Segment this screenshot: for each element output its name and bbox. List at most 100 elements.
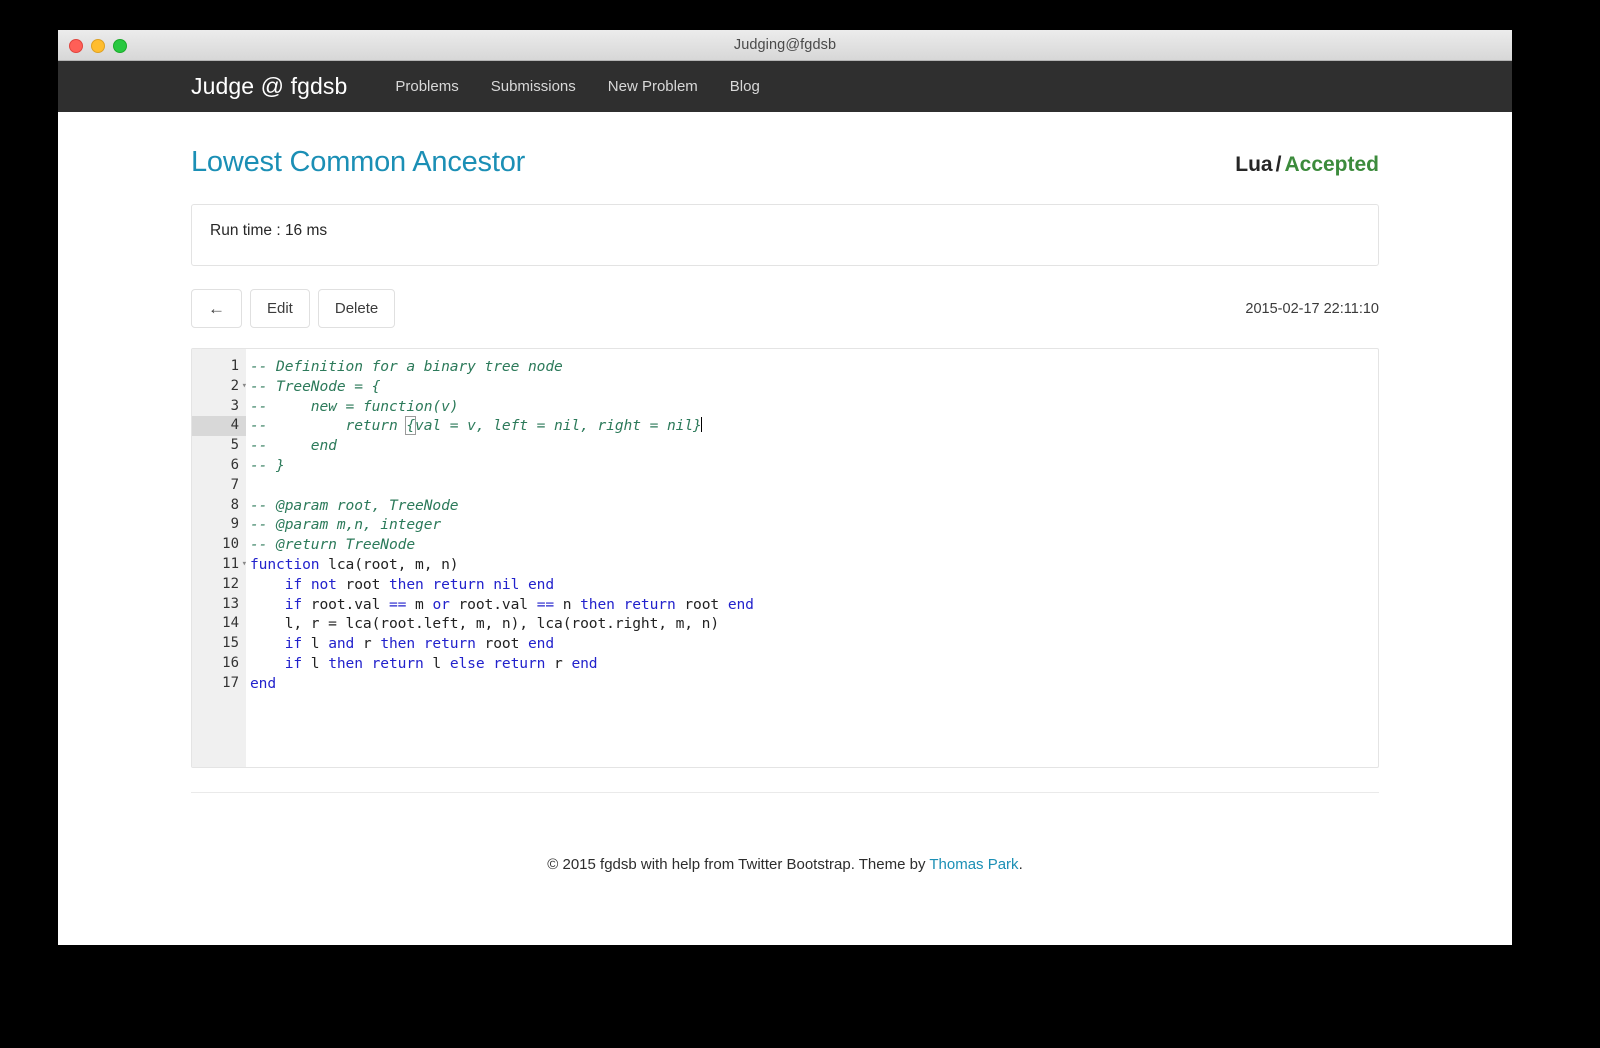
page-content: Lowest Common Ancestor Lua / Accepted Run …: [58, 112, 1512, 945]
code-line-8: -- @param root, TreeNode: [250, 496, 1378, 516]
submission-timestamp: 2015-02-17 22:11:10: [1245, 300, 1379, 317]
minimize-icon[interactable]: [91, 39, 105, 53]
verdict-label: Accepted: [1284, 153, 1379, 176]
editor-code-area[interactable]: -- Definition for a binary tree node -- T…: [246, 349, 1378, 767]
code-token: then: [380, 635, 416, 653]
code-token: -- @param m,n, integer: [250, 516, 442, 534]
code-token: r: [354, 635, 381, 653]
gutter-line-11: 11 ▾: [192, 555, 247, 575]
delete-button[interactable]: Delete: [317, 289, 396, 328]
navbar-brand[interactable]: Judge @ fgdsb: [191, 73, 347, 100]
code-token: -- end: [250, 437, 337, 455]
code-token: l: [302, 654, 329, 672]
editor-gutter: 1 2 ▾ 3 4 5 6 7 8 9 10 11 ▾ 12 13 14 15 16 17: [192, 349, 247, 767]
gutter-line-13: 13: [222, 595, 239, 612]
close-icon[interactable]: [69, 39, 83, 53]
code-line-13: if root.val == m or root.val == n then r…: [250, 595, 1378, 615]
code-line-12: if not root then return nil end: [250, 575, 1378, 595]
window-title: Judging@fgdsb: [733, 37, 837, 53]
gutter-line-7: 7: [230, 476, 239, 493]
maximize-icon[interactable]: [113, 39, 127, 53]
code-token: l, r = lca(root.left, m, n), lca(root.ri…: [250, 615, 720, 633]
code-line-6: -- }: [250, 456, 1378, 476]
code-token: root: [336, 575, 389, 593]
code-token: return: [493, 654, 546, 672]
window-titlebar: Judging@fgdsb: [58, 30, 1512, 61]
code-token: function: [250, 555, 320, 573]
navbar: Judge @ fgdsb Problems Submissions New P…: [58, 61, 1512, 112]
footer-text: © 2015 fgdsb with help from Twitter Boot…: [547, 856, 930, 873]
code-token: end: [528, 575, 555, 593]
code-line-11: function lca(root, m, n): [250, 555, 1378, 575]
nav-link-submissions[interactable]: Submissions: [475, 78, 592, 95]
code-token: return: [623, 595, 676, 613]
runtime-panel: Run time : 16 ms: [191, 204, 1379, 266]
code-token: then: [580, 595, 615, 613]
code-token: r: [545, 654, 572, 672]
code-token: end: [528, 635, 555, 653]
gutter-line-12: 12: [222, 575, 239, 592]
code-token: m: [406, 595, 433, 613]
code-line-1: -- Definition for a binary tree node: [250, 357, 1378, 377]
code-token: root: [675, 595, 728, 613]
gutter-line-2: 2 ▾: [192, 377, 247, 397]
code-line-15: if l and r then return root end: [250, 634, 1378, 654]
text-cursor: [700, 417, 702, 433]
arrow-left-icon: ←: [208, 299, 225, 318]
edit-button[interactable]: Edit: [250, 289, 310, 328]
gutter-line-6: 6: [230, 456, 239, 473]
code-line-5: -- end: [250, 436, 1378, 456]
header-row: Lowest Common Ancestor Lua / Accepted: [191, 112, 1379, 179]
nav-link-problems[interactable]: Problems: [379, 78, 474, 95]
browser-window: Judging@fgdsb Judge @ fgdsb Problems Sub…: [58, 30, 1512, 945]
code-token: l: [423, 654, 450, 672]
code-token: -- @param root, TreeNode: [250, 496, 459, 514]
code-token: or: [432, 595, 450, 613]
footer: © 2015 fgdsb with help from Twitter Boot…: [191, 856, 1379, 873]
back-button[interactable]: ←: [191, 289, 242, 328]
code-token: val = v, left = nil, right = nil}: [415, 417, 702, 435]
nav-link-blog[interactable]: Blog: [714, 78, 776, 95]
code-token: -- new = function(v): [250, 397, 459, 415]
code-line-3: -- new = function(v): [250, 397, 1378, 417]
submission-status: Lua / Accepted: [1235, 153, 1379, 177]
footer-theme-link[interactable]: Thomas Park: [929, 856, 1018, 873]
code-line-9: -- @param m,n, integer: [250, 515, 1378, 535]
code-token: if: [284, 575, 303, 593]
code-token: -- Definition for a binary tree node: [250, 358, 563, 375]
code-token: root.val: [449, 595, 537, 613]
gutter-line-3: 3: [230, 397, 239, 414]
code-token: end: [727, 595, 754, 613]
gutter-line-17: 17: [222, 674, 239, 691]
gutter-line-5: 5: [230, 437, 239, 454]
code-token: root.val: [302, 595, 389, 613]
code-token: else: [449, 654, 485, 672]
code-editor[interactable]: 1 2 ▾ 3 4 5 6 7 8 9 10 11 ▾ 12 13 14 15 16 17 -- Definitio…: [191, 348, 1379, 768]
code-line-10: -- @return TreeNode: [250, 535, 1378, 555]
code-token: if: [284, 635, 303, 653]
code-line-17: end: [250, 674, 1378, 694]
content-container: Lowest Common Ancestor Lua / Accepted Run …: [191, 112, 1379, 873]
runtime-text: Run time : 16 ms: [210, 222, 328, 239]
language-label: Lua: [1235, 153, 1273, 176]
toolbar: ← Edit Delete 2015-02-17 22:11:10: [191, 289, 1379, 328]
code-token: end: [250, 674, 277, 692]
page-title[interactable]: Lowest Common Ancestor: [191, 146, 525, 179]
code-token: ==: [536, 595, 555, 613]
code-token: return: [423, 635, 476, 653]
nav-link-new-problem[interactable]: New Problem: [592, 78, 714, 95]
action-buttons: ← Edit Delete: [191, 289, 396, 328]
gutter-line-1: 1: [230, 358, 239, 374]
code-token: if: [284, 654, 303, 672]
